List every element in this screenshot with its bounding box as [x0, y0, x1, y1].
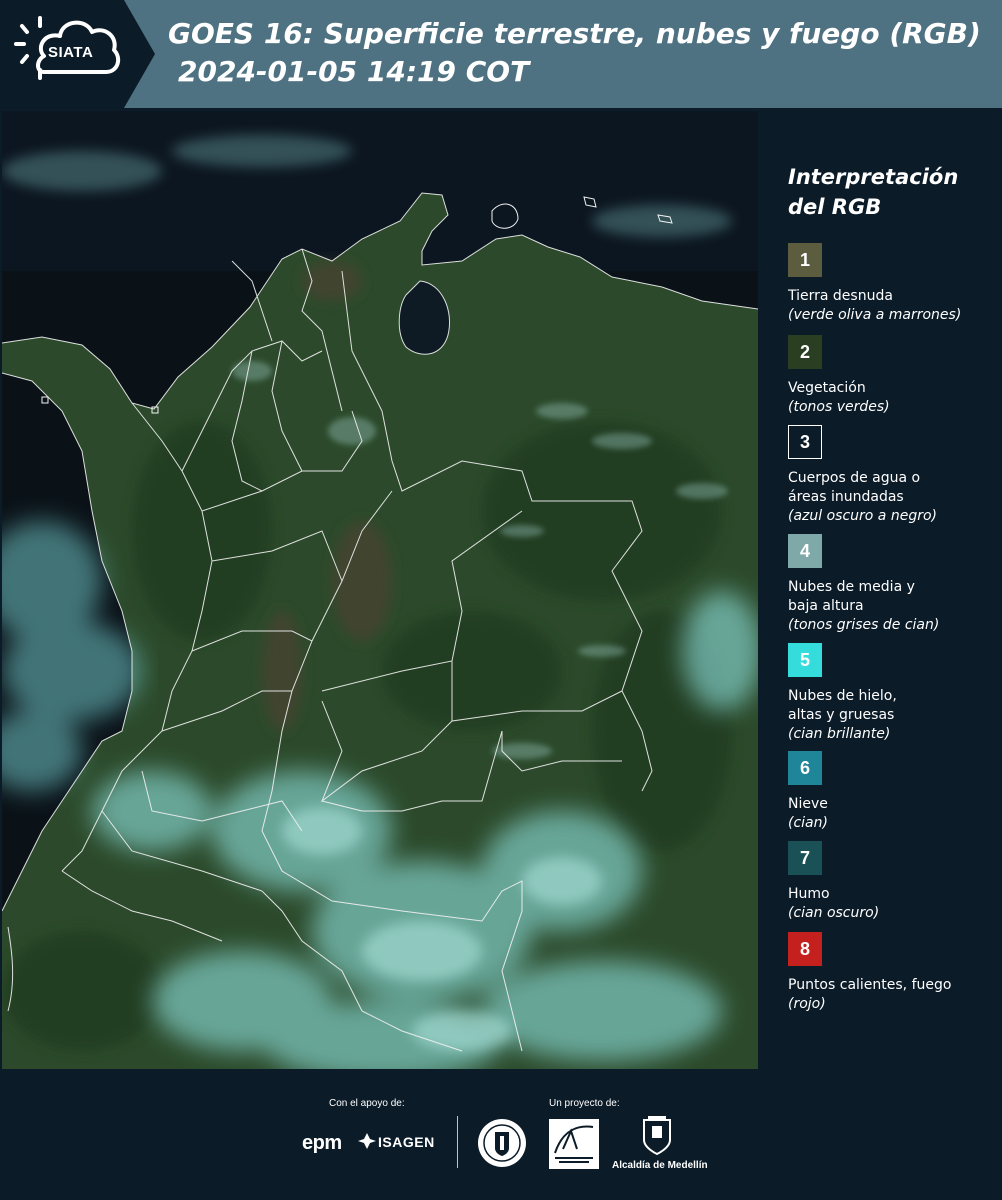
legend-title-line2: del RGB: [788, 195, 882, 219]
page-timestamp: 2024-01-05 14:19 COT: [178, 55, 530, 88]
area-metropolitana-logo[interactable]: [549, 1119, 599, 1169]
legend-label: Vegetación: [788, 380, 866, 396]
legend-label: Humo: [788, 886, 830, 902]
legend-item-6: 6 Nieve (cian): [788, 751, 998, 833]
legend-swatch: 3: [788, 425, 822, 459]
legend-swatch: 5: [788, 643, 822, 677]
satellite-map[interactable]: [2, 111, 758, 1069]
legend-title: Interpretación del RGB: [788, 162, 998, 222]
legend-panel: Interpretación del RGB 1 Tierra desnuda …: [762, 110, 1002, 1070]
medellin-label: Alcaldía de Medellín: [612, 1160, 708, 1171]
legend-desc: (azul oscuro a negro): [788, 508, 937, 524]
project-label: Un proyecto de:: [549, 1098, 620, 1109]
page-title: GOES 16: Superficie terrestre, nubes y f…: [168, 17, 981, 50]
legend-item-1: 1 Tierra desnuda (verde oliva a marrones…: [788, 243, 998, 325]
legend-item-8: 8 Puntos calientes, fuego (rojo): [788, 932, 998, 1014]
university-seal-icon[interactable]: [477, 1118, 527, 1168]
legend-title-line1: Interpretación: [788, 165, 959, 189]
header: SIATA GOES 16: Superficie terrestre, nub…: [0, 0, 1002, 108]
legend-swatch: 6: [788, 751, 822, 785]
legend-label: Tierra desnuda: [788, 288, 893, 304]
legend-label: Cuerpos de agua o áreas inundadas: [788, 470, 921, 505]
legend-swatch: 4: [788, 534, 822, 568]
legend-item-7: 7 Humo (cian oscuro): [788, 841, 998, 923]
legend-item-4: 4 Nubes de media y baja altura (tonos gr…: [788, 534, 998, 635]
legend-desc: (tonos verdes): [788, 399, 890, 415]
legend-desc: (rojo): [788, 996, 826, 1012]
logo-text: SIATA: [48, 44, 94, 61]
legend-swatch: 2: [788, 335, 822, 369]
legend-item-2: 2 Vegetación (tonos verdes): [788, 335, 998, 417]
legend-desc: (verde oliva a marrones): [788, 307, 962, 323]
legend-label: Nubes de hielo, altas y gruesas: [788, 688, 897, 723]
legend-desc: (cian brillante): [788, 726, 891, 742]
footer: Con el apoyo de: Un proyecto de: epm ISA…: [0, 1072, 1002, 1200]
legend-swatch: 7: [788, 841, 822, 875]
epm-logo[interactable]: epm: [302, 1132, 342, 1155]
support-label: Con el apoyo de:: [329, 1098, 405, 1109]
legend-item-3: 3 Cuerpos de agua o áreas inundadas (azu…: [788, 425, 998, 526]
footer-divider: [457, 1116, 458, 1168]
legend-label: Nieve: [788, 796, 828, 812]
siata-logo[interactable]: SIATA: [0, 0, 155, 108]
legend-swatch: 1: [788, 243, 822, 277]
legend-label: Nubes de media y baja altura: [788, 579, 915, 614]
legend-desc: (cian): [788, 815, 828, 831]
medellin-crest-icon[interactable]: [640, 1116, 674, 1156]
isagen-icon: [358, 1133, 376, 1149]
legend-item-5: 5 Nubes de hielo, altas y gruesas (cian …: [788, 643, 998, 744]
legend-label: Puntos calientes, fuego: [788, 977, 952, 993]
isagen-logo[interactable]: ISAGEN: [378, 1134, 435, 1150]
legend-desc: (cian oscuro): [788, 905, 880, 921]
legend-desc: (tonos grises de cian): [788, 617, 940, 633]
satellite-image: [2, 111, 758, 1069]
legend-swatch: 8: [788, 932, 822, 966]
